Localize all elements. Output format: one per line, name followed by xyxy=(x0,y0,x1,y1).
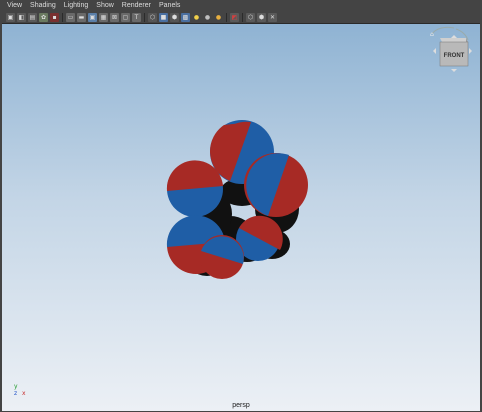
panel-menu-bar: View Shading Lighting Show Renderer Pane… xyxy=(0,0,482,11)
wireframe-icon[interactable]: ⬡ xyxy=(148,12,157,22)
wireframe-on-shaded-icon[interactable]: ⬢ xyxy=(170,12,179,22)
select-camera-icon[interactable]: ▣ xyxy=(6,12,15,22)
smooth-shade-icon[interactable]: ■ xyxy=(159,12,168,22)
axis-y-label: y xyxy=(14,383,18,390)
toolbar-separator xyxy=(144,12,145,22)
menu-view[interactable]: View xyxy=(0,0,26,11)
text-icon[interactable]: T xyxy=(132,12,141,22)
panel-toolbar: ▣ ◧ ▤ ✿ ▪ ▭ ▬ ▣ ▦ ⊠ ▢ T ⬡ ■ ⬢ ▩ ● ● ● ◩ … xyxy=(0,11,482,23)
lights-icon[interactable]: ● xyxy=(192,12,201,22)
axis-indicator: y z x xyxy=(14,383,26,397)
safe-action-icon[interactable]: ⊠ xyxy=(110,12,119,22)
axis-z-label: z xyxy=(14,390,17,397)
arrow-up-icon[interactable] xyxy=(451,35,457,38)
viewcube-top-face[interactable] xyxy=(440,38,468,42)
toolbar-separator xyxy=(62,12,63,22)
disk-upper-right[interactable] xyxy=(244,153,308,217)
scene-render[interactable] xyxy=(2,24,480,411)
gate-mask-icon[interactable]: ▣ xyxy=(88,12,97,22)
safe-title-icon[interactable]: ▢ xyxy=(121,12,130,22)
arrow-left-icon[interactable] xyxy=(433,48,436,54)
menu-shading[interactable]: Shading xyxy=(26,0,60,11)
bookmark-icon[interactable]: ▤ xyxy=(28,12,37,22)
menu-show[interactable]: Show xyxy=(92,0,118,11)
arrow-down-icon[interactable] xyxy=(451,69,457,72)
toolbar-separator xyxy=(226,12,227,22)
disk-upper-left[interactable] xyxy=(166,160,223,217)
camera-name-label: persp xyxy=(232,402,250,409)
arrow-right-icon[interactable] xyxy=(469,48,472,54)
field-chart-icon[interactable]: ▦ xyxy=(99,12,108,22)
isolate-select-icon[interactable]: ◩ xyxy=(230,12,239,22)
shadows-icon[interactable]: ● xyxy=(203,12,212,22)
camera-attributes-icon[interactable]: ◧ xyxy=(17,12,26,22)
maya-viewport-panel: View Shading Lighting Show Renderer Pane… xyxy=(0,0,482,412)
viewcube[interactable]: ⌂ FRONT xyxy=(426,26,474,78)
grid-icon[interactable]: ▪ xyxy=(50,12,59,22)
disk-bottom[interactable] xyxy=(200,235,244,279)
xray-active-icon[interactable]: ⬢ xyxy=(257,12,266,22)
image-plane-icon[interactable]: ✿ xyxy=(39,12,48,22)
menu-renderer[interactable]: Renderer xyxy=(118,0,155,11)
xray-joints-icon[interactable]: ✕ xyxy=(268,12,277,22)
3d-viewport[interactable]: ⌂ FRONT y z x persp xyxy=(2,23,480,411)
menu-panels[interactable]: Panels xyxy=(155,0,184,11)
home-icon[interactable]: ⌂ xyxy=(430,31,434,38)
xray-icon[interactable]: ⬡ xyxy=(246,12,255,22)
resolution-gate-icon[interactable]: ▬ xyxy=(77,12,86,22)
orbit-arrow-icon[interactable] xyxy=(431,26,455,35)
film-gate-icon[interactable]: ▭ xyxy=(66,12,75,22)
textured-icon[interactable]: ▩ xyxy=(181,12,190,22)
ambient-occlusion-icon[interactable]: ● xyxy=(214,12,223,22)
axis-x-label: x xyxy=(22,390,26,397)
menu-lighting[interactable]: Lighting xyxy=(60,0,93,11)
toolbar-separator xyxy=(242,12,243,22)
viewcube-face-label: FRONT xyxy=(444,53,465,59)
